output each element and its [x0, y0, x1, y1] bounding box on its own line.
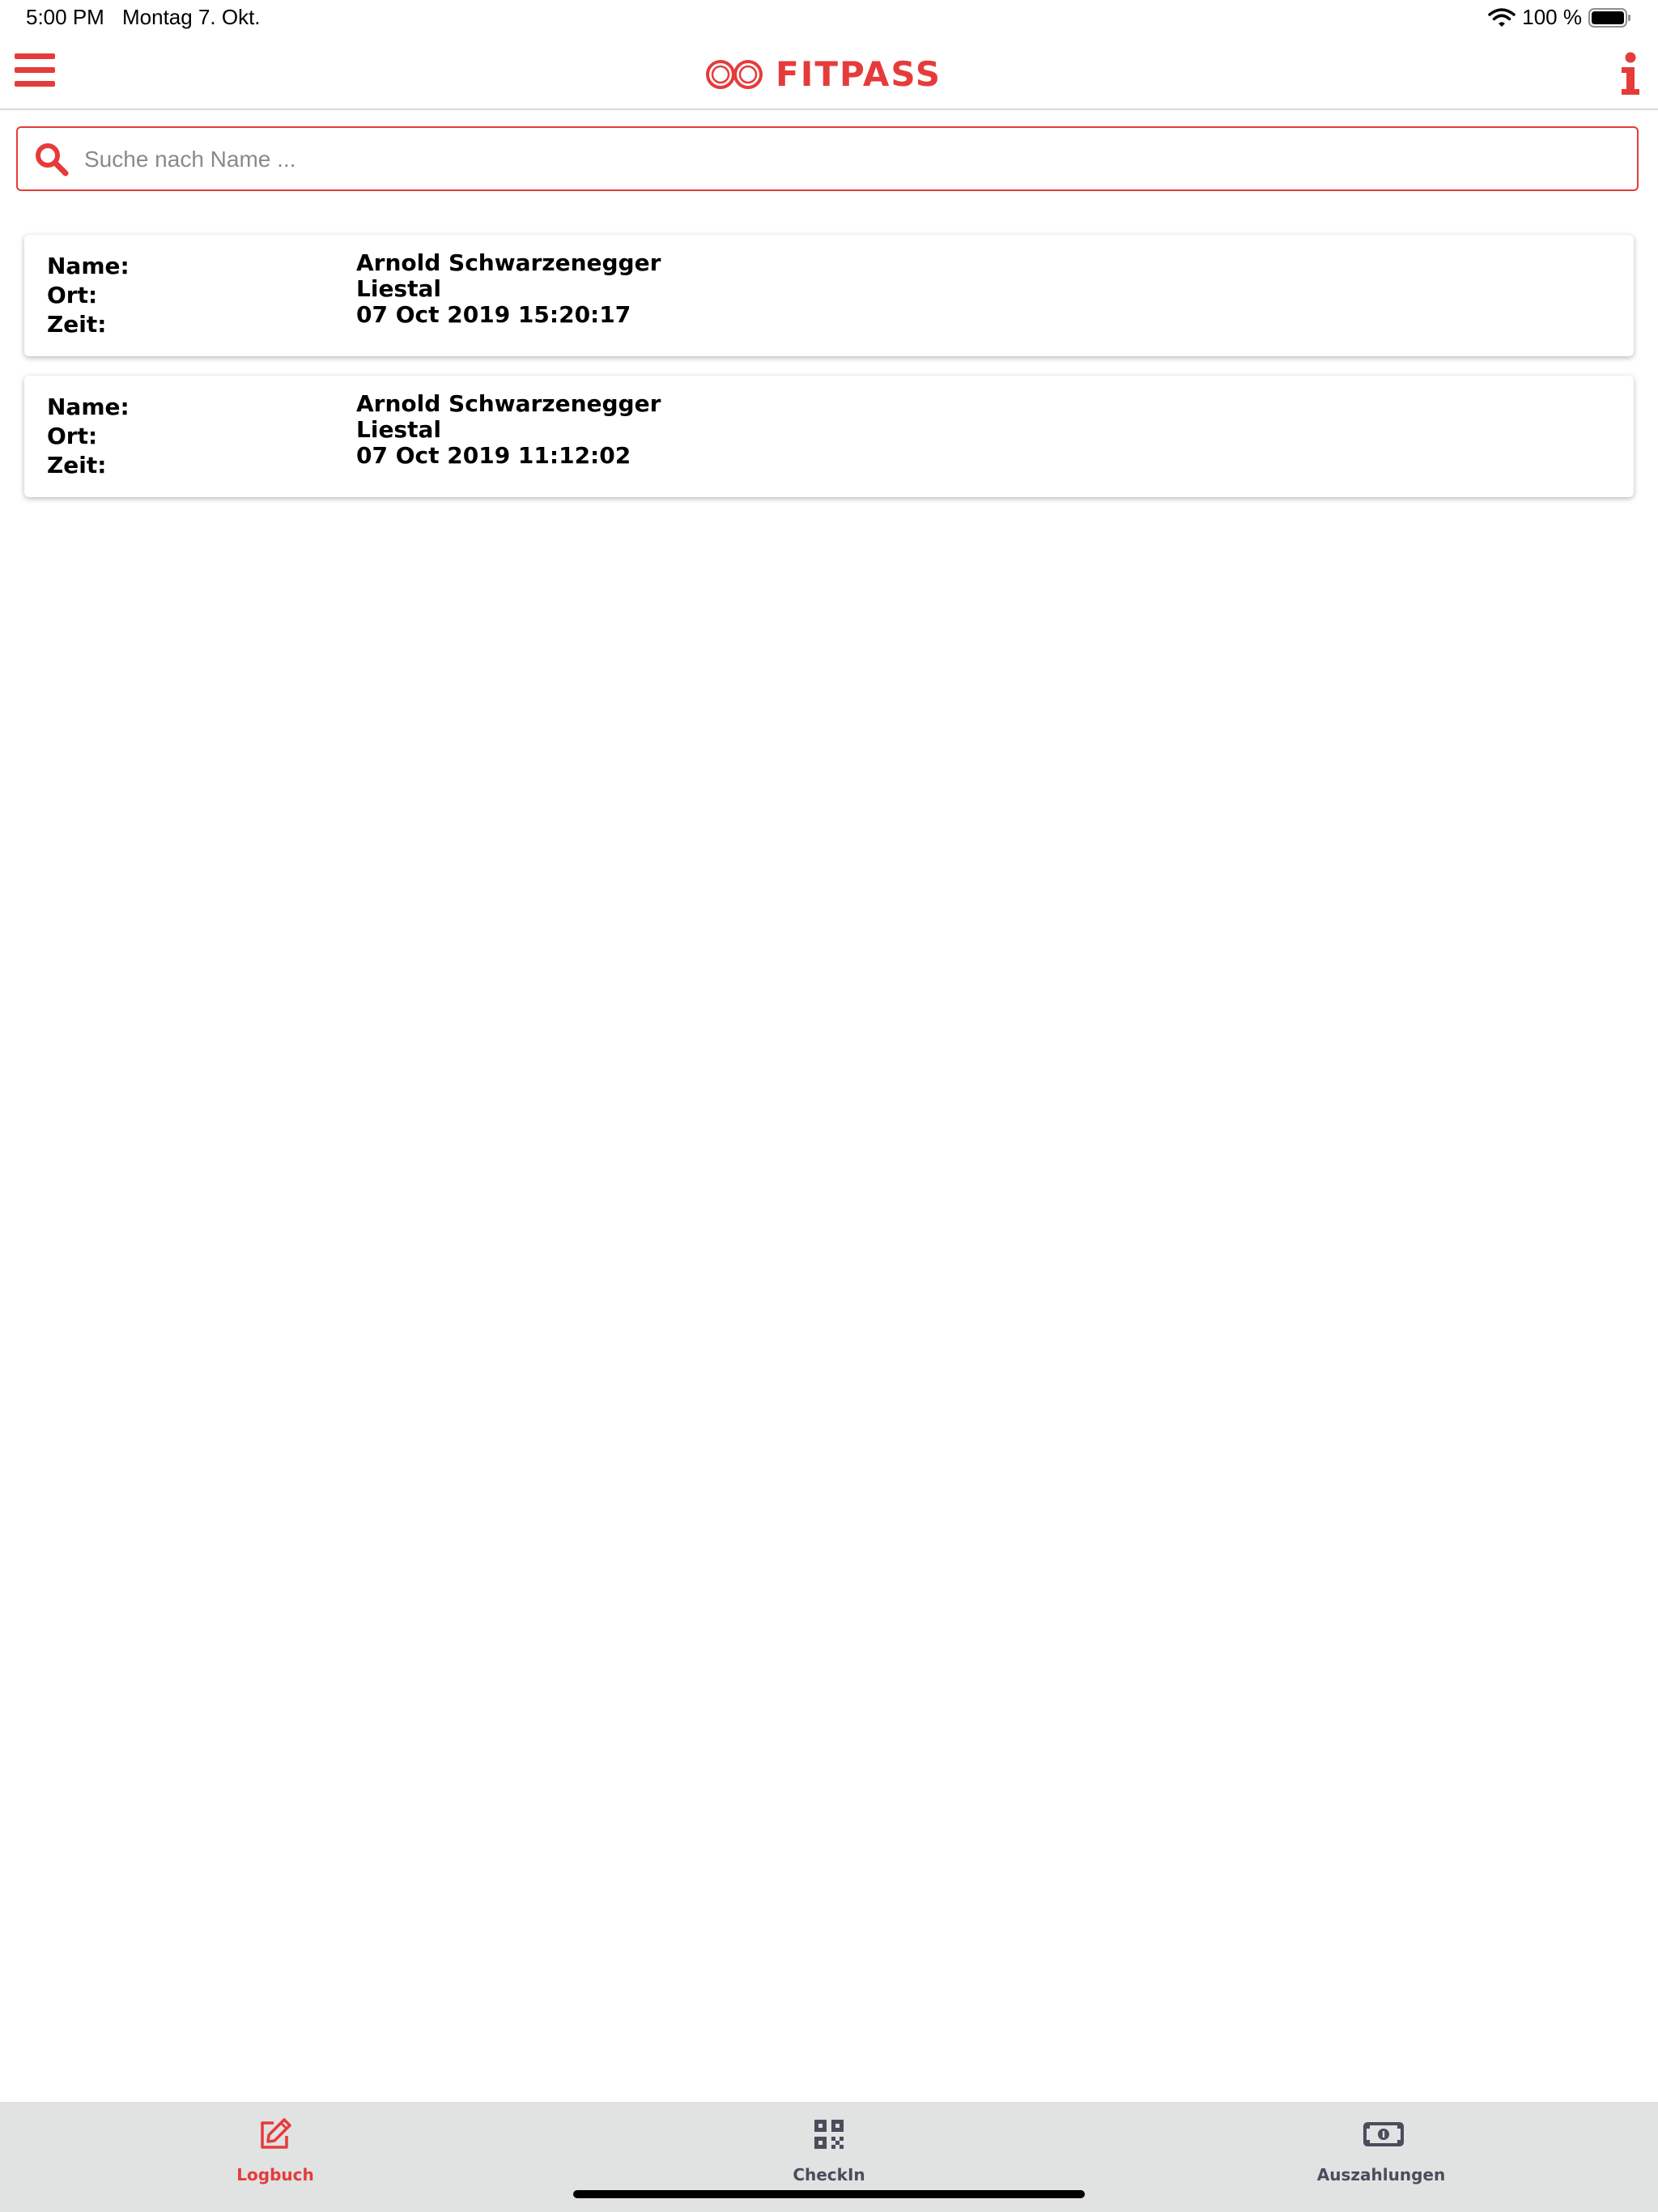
name-value: Arnold Schwarzenegger	[356, 249, 661, 276]
tab-label: Logbuch	[236, 2165, 314, 2184]
zeit-value: 07 Oct 2019 11:12:02	[356, 442, 631, 469]
home-indicator[interactable]	[573, 2190, 1085, 2198]
ort-label: Ort:	[47, 423, 98, 449]
status-time: 5:00 PM	[26, 5, 104, 29]
tab-label: CheckIn	[793, 2165, 865, 2184]
hamburger-menu-icon[interactable]	[15, 53, 55, 89]
ort-label: Ort:	[47, 282, 98, 308]
zeit-row: Zeit: 07 Oct 2019 15:20:17	[47, 301, 1585, 340]
tab-logbuch[interactable]: Logbuch	[154, 2102, 397, 2212]
status-date: Montag 7. Okt.	[122, 5, 261, 29]
info-icon[interactable]	[1619, 52, 1642, 97]
qr-code-icon	[811, 2116, 847, 2152]
battery-percent: 100 %	[1522, 5, 1582, 29]
infinity-logo-icon	[704, 58, 764, 91]
ort-value: Liestal	[356, 416, 441, 443]
name-value: Arnold Schwarzenegger	[356, 390, 661, 417]
status-indicators: 100 %	[1488, 5, 1632, 30]
search-bar[interactable]	[16, 126, 1639, 191]
name-row: Name: Arnold Schwarzenegger	[47, 390, 1585, 423]
status-bar: 5:00 PM Montag 7. Okt. 100 %	[0, 0, 1658, 39]
zeit-value: 07 Oct 2019 15:20:17	[356, 301, 631, 328]
edit-icon	[257, 2116, 293, 2152]
log-entry-card[interactable]: Name: Arnold Schwarzenegger Ort: Liestal…	[24, 376, 1634, 497]
search-input[interactable]	[83, 136, 1624, 183]
ort-value: Liestal	[356, 275, 441, 302]
wifi-icon	[1488, 7, 1516, 28]
battery-icon	[1588, 7, 1632, 28]
name-label: Name:	[47, 393, 130, 420]
app-root: 5:00 PM Montag 7. Okt. 100 % FITPASS Suc…	[0, 0, 1658, 2212]
search-icon	[34, 142, 70, 177]
brand-name: FITPASS	[776, 54, 942, 94]
tab-label: Auszahlungen	[1316, 2165, 1446, 2184]
zeit-label: Zeit:	[47, 311, 107, 338]
zeit-row: Zeit: 07 Oct 2019 11:12:02	[47, 442, 1585, 481]
ort-row: Ort: Liestal	[47, 275, 1585, 311]
log-list: Name: Arnold Schwarzenegger Ort: Liestal…	[24, 235, 1634, 517]
name-label: Name:	[47, 253, 130, 279]
navigation-bar: FITPASS	[0, 39, 1658, 110]
money-bill-icon	[1363, 2116, 1404, 2152]
ort-row: Ort: Liestal	[47, 416, 1585, 452]
name-row: Name: Arnold Schwarzenegger	[47, 249, 1585, 282]
brand-logo: FITPASS	[704, 57, 942, 92]
tab-auszahlungen[interactable]: Auszahlungen	[1260, 2102, 1503, 2212]
log-entry-card[interactable]: Name: Arnold Schwarzenegger Ort: Liestal…	[24, 235, 1634, 356]
zeit-label: Zeit:	[47, 452, 107, 479]
